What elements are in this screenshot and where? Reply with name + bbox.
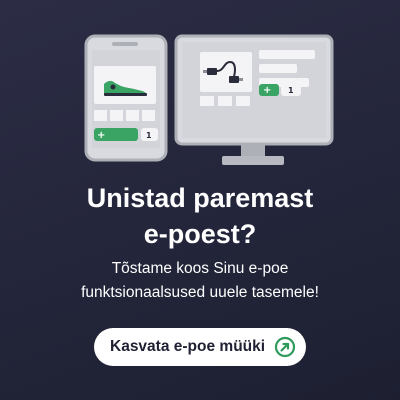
arrow-up-right-icon bbox=[274, 336, 296, 358]
hero-headline: Unistad paremast e-poest? bbox=[0, 180, 400, 252]
svg-text:1: 1 bbox=[146, 131, 152, 140]
ecommerce-illustration: + 1 + 1 bbox=[84, 34, 334, 165]
grow-sales-button[interactable]: Kasvata e-poe müüki bbox=[94, 328, 306, 366]
headline-line-1: Unistad paremast bbox=[86, 183, 314, 213]
hero-subtext: Tõstame koos Sinu e-poe funktsionaalsuse… bbox=[0, 257, 400, 305]
smartphone: + 1 bbox=[84, 34, 168, 162]
desktop-monitor: + 1 bbox=[174, 34, 334, 165]
headline-line-2: e-poest? bbox=[143, 219, 257, 249]
svg-text:1: 1 bbox=[288, 86, 294, 95]
subtext-line-2: funktsionaalsused uuele tasemele! bbox=[81, 284, 319, 301]
usb-cable-icon bbox=[200, 52, 252, 92]
cta-label: Kasvata e-poe müüki bbox=[110, 338, 266, 355]
phone-add-to-cart: + 1 bbox=[94, 128, 158, 141]
svg-text:+: + bbox=[97, 130, 105, 141]
green-sneaker-icon bbox=[94, 66, 156, 104]
svg-text:+: + bbox=[263, 85, 271, 96]
subtext-line-1: Tõstame koos Sinu e-poe bbox=[111, 260, 289, 277]
